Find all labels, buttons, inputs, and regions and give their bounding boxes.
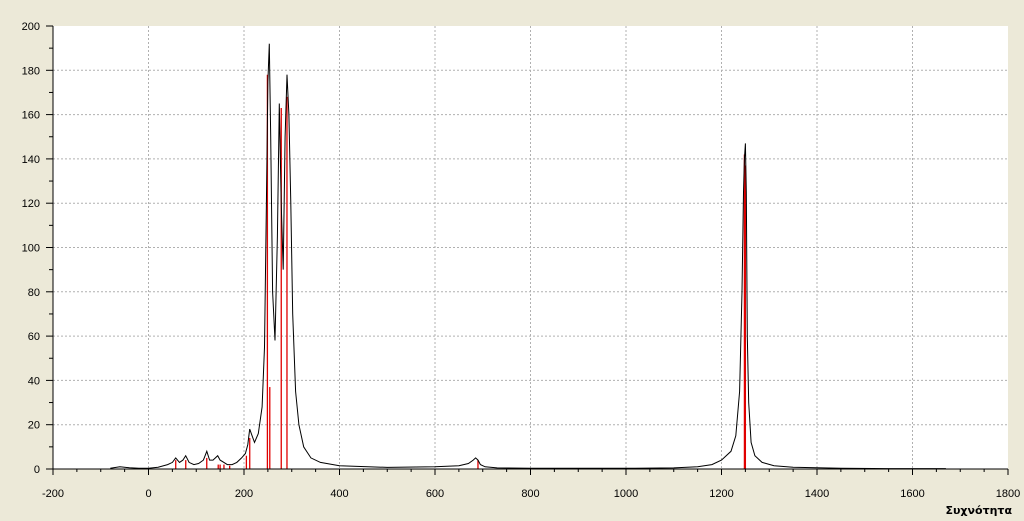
y-tick-label: 120 (22, 198, 40, 210)
x-tick-label: 1400 (805, 488, 829, 500)
x-tick-label: 1200 (709, 488, 733, 500)
y-tick-label: 40 (28, 375, 40, 387)
y-tick-label: 180 (22, 65, 40, 77)
x-tick-label: -200 (42, 488, 64, 500)
y-tick-label: 140 (22, 154, 40, 166)
x-tick-label: 400 (330, 488, 348, 500)
x-tick-label: 800 (521, 488, 539, 500)
y-tick-label: 60 (28, 331, 40, 343)
x-tick-label: 0 (145, 488, 151, 500)
x-axis-title: Συχνότητα (945, 504, 1012, 517)
y-tick-label: 160 (22, 110, 40, 122)
y-tick-label: 200 (22, 21, 40, 33)
x-tick-label: 1800 (996, 488, 1020, 500)
x-tick-label: 200 (235, 488, 253, 500)
x-tick-label: 1600 (900, 488, 924, 500)
y-tick-label: 100 (22, 243, 40, 255)
x-tick-label: 1000 (614, 488, 638, 500)
y-tick-label: 80 (28, 287, 40, 299)
y-tick-label: 20 (28, 420, 40, 432)
spectrum-chart: -200 0 200 400 600 800 1000 1200 1400 1600 1800020… (22, 21, 1021, 500)
x-tick-label: 600 (426, 488, 444, 500)
y-tick-label: 0 (34, 464, 40, 476)
